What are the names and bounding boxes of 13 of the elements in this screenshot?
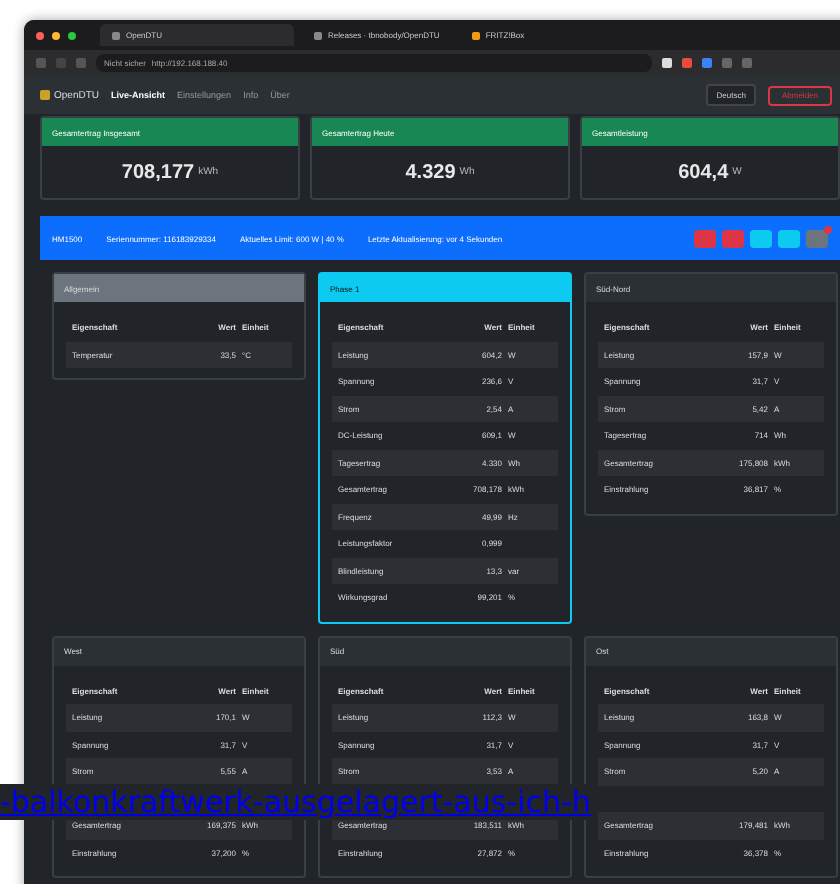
minimize-icon[interactable] [52, 31, 60, 39]
maximize-icon[interactable] [68, 31, 76, 39]
stat-value: 708,177 [121, 161, 195, 183]
tab-icon [112, 31, 120, 39]
action-button[interactable] [778, 229, 800, 247]
close-icon[interactable] [36, 31, 44, 39]
action-button[interactable] [694, 229, 716, 247]
action-button[interactable] [750, 229, 772, 247]
tab-icon [471, 31, 480, 39]
stat-value: 4.329 [405, 161, 456, 183]
stat-value: 604,4 [678, 161, 729, 183]
tab-icon [314, 31, 322, 39]
action-button[interactable] [722, 229, 744, 247]
